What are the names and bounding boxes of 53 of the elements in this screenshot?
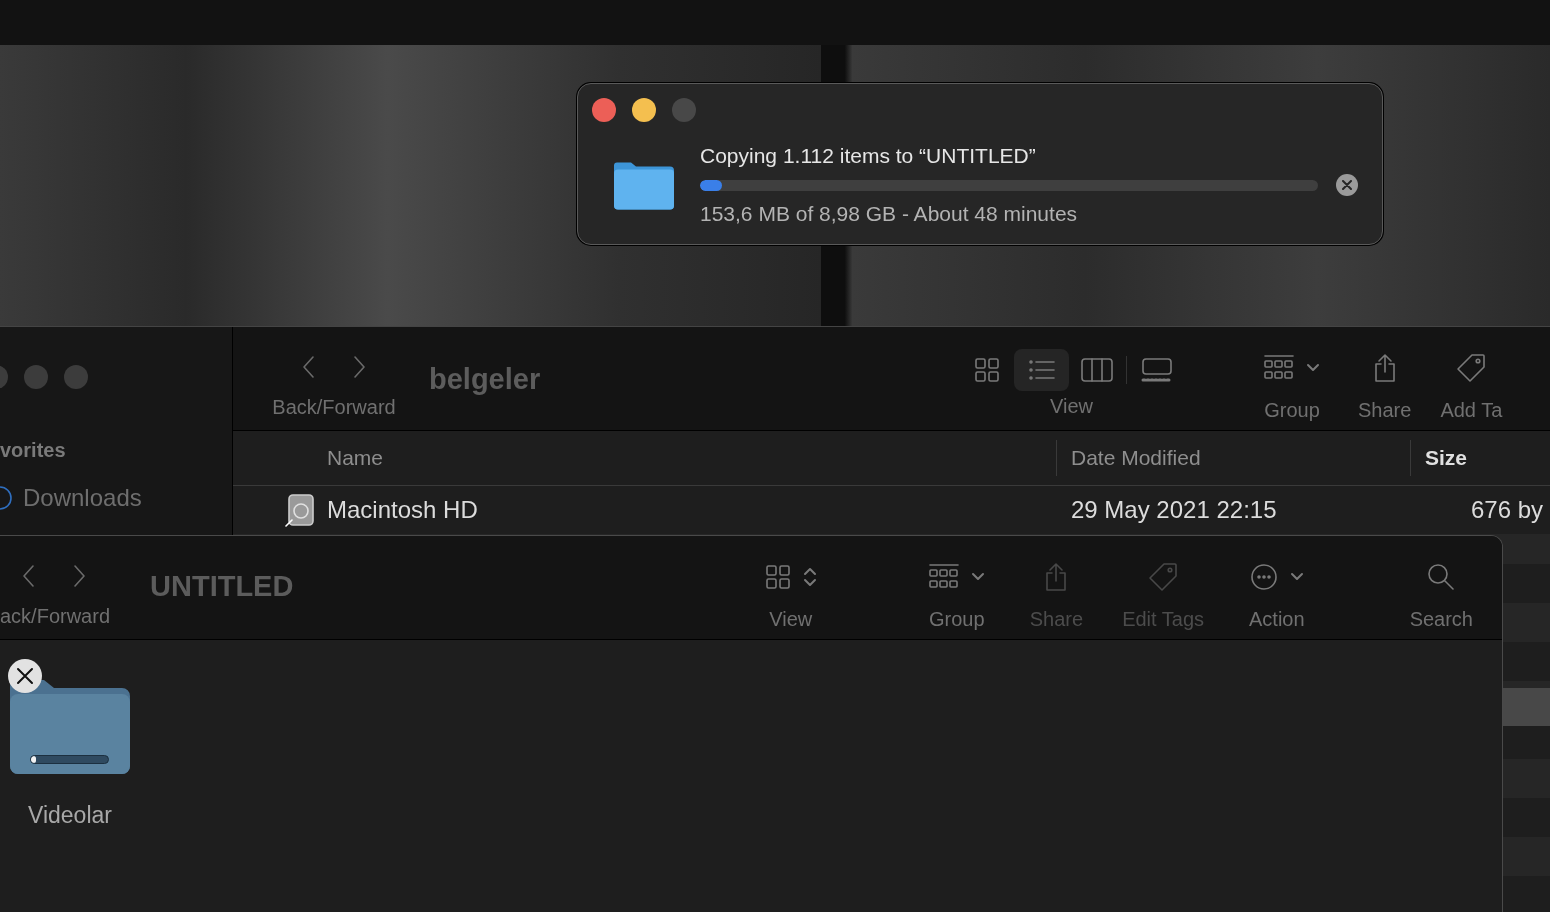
column-header[interactable]: Size: [1425, 446, 1468, 470]
tag-icon: [1148, 562, 1179, 592]
table-cell-text: Macintosh HD: [327, 496, 479, 524]
chevron-down-icon: [1306, 363, 1320, 373]
forward-chevron-icon: [352, 355, 366, 379]
back-chevron-icon: [22, 564, 36, 588]
back-chevron-icon: [302, 355, 316, 379]
share-button[interactable]: Share: [1358, 349, 1412, 422]
close-icon: [1342, 180, 1352, 190]
close-icon: [15, 666, 35, 686]
sidebar-item[interactable]: Downloads: [0, 484, 142, 512]
copy-status: 153,6 MB of 8,98 GB - About 48 minutes: [700, 202, 1079, 226]
ellipsis-circle-icon: [1249, 563, 1278, 591]
tag-button[interactable]: Add Ta: [1440, 349, 1503, 422]
folder-name: Videolar: [28, 802, 112, 829]
column-header[interactable]: Date Modified: [1071, 446, 1410, 470]
action-button[interactable]: Action: [1249, 558, 1305, 631]
grid-icon: [973, 357, 1000, 383]
view-button[interactable]: View: [764, 558, 817, 631]
group-icon: [928, 564, 959, 590]
toolbar-label: View: [1050, 395, 1093, 418]
share-icon: [1372, 353, 1397, 383]
tag-icon: [1456, 353, 1487, 383]
search-button[interactable]: Search: [1409, 558, 1473, 631]
toolbar-label: ack/Forward: [0, 605, 111, 628]
window-title: belgeler: [429, 363, 541, 396]
cancel-copy-button[interactable]: [8, 659, 42, 693]
search-icon: [1427, 563, 1456, 591]
minimize-window-button[interactable]: [632, 98, 656, 122]
hard-drive-icon: [285, 493, 317, 527]
table-cell-text: 29 May 2021 22:15: [1071, 496, 1278, 524]
group-button[interactable]: Group: [928, 558, 985, 631]
sidebar-section-title: vorites: [0, 439, 67, 462]
up-down-chevron-icon: [802, 566, 817, 588]
group-button[interactable]: Group: [1264, 349, 1320, 422]
folder-item[interactable]: Videolar: [8, 659, 132, 829]
cancel-button[interactable]: [1336, 174, 1358, 196]
forward-chevron-icon: [72, 564, 86, 588]
gallery-icon: [1140, 358, 1173, 382]
window-title: UNTITLED: [150, 570, 294, 603]
group-icon: [1264, 355, 1294, 381]
copy-title: Copying 1.112 items to “UNTITLED”: [700, 144, 1037, 168]
close-window-button[interactable]: [592, 98, 616, 122]
toolbar-label: Back/Forward: [272, 396, 396, 419]
view-mode-button[interactable]: [1014, 349, 1069, 391]
columns-icon: [1080, 358, 1113, 382]
chevron-down-icon: [970, 572, 985, 582]
table-cell: 676 by: [1471, 496, 1544, 524]
grid-icon: [764, 564, 791, 590]
share-icon: [1044, 562, 1069, 592]
list-icon: [1027, 359, 1056, 381]
chevron-down-icon: [1289, 572, 1304, 582]
column-header[interactable]: Name: [327, 446, 1056, 470]
